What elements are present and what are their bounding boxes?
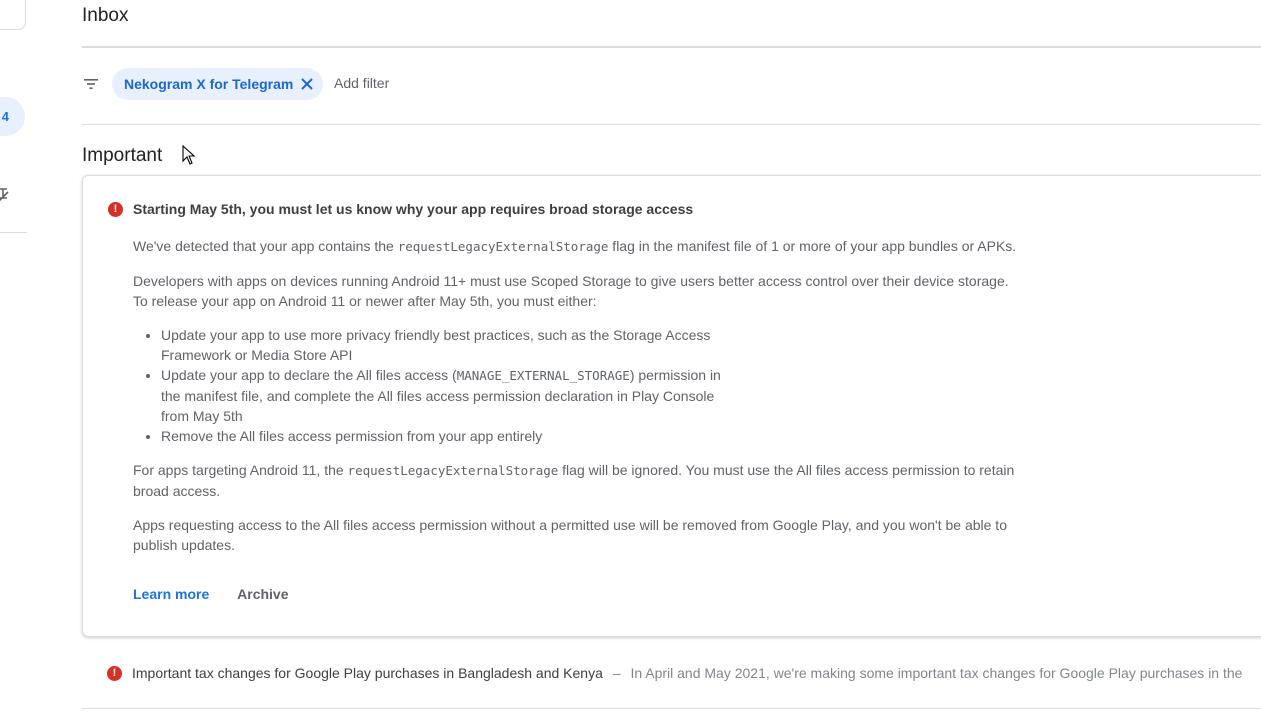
card-actions: Learn more Archive [133,586,289,602]
list-item: Remove the All files access permission f… [161,426,1043,446]
code-text: requestLegacyExternalStorage [397,239,609,254]
cursor-icon [182,145,196,165]
message-row-text: Important tax changes for Google Play pu… [132,665,1242,681]
card-paragraph-4: Apps requesting access to the All files … [133,517,1007,553]
message-separator: – [612,665,621,681]
card-paragraph-1: We've detected that your app contains th… [133,238,1017,254]
error-icon: ! [108,202,123,217]
filter-chip-label: Nekogram X for Telegram [124,76,294,92]
nav-item-box[interactable] [0,0,26,30]
filter-icon[interactable] [83,77,99,91]
nav-icon[interactable] [0,186,9,204]
code-text: requestLegacyExternalStorage [347,463,559,478]
filter-divider [82,124,1261,125]
message-title: Important tax changes for Google Play pu… [132,665,603,681]
message-snippet: In April and May 2021, we're making some… [630,665,1243,681]
add-filter-input[interactable]: Add filter [334,75,389,91]
nav-item-badge[interactable]: 4 [0,97,25,136]
code-text: MANAGE_EXTERNAL_STORAGE [456,368,630,383]
card-paragraph-2: Developers with apps on devices running … [133,273,1009,309]
message-row[interactable]: ! Important tax changes for Google Play … [82,656,1261,692]
card-title: Starting May 5th, you must let us know w… [133,201,694,217]
learn-more-link[interactable]: Learn more [133,586,209,602]
card-paragraph-3: For apps targeting Android 11, the reque… [133,462,1015,499]
list-item: Update your app to declare the All files… [161,365,741,426]
card-bullet-list: Update your app to use more privacy frie… [133,325,1043,446]
close-icon[interactable] [300,77,314,91]
left-nav: 4 [0,0,30,714]
title-divider [82,46,1261,48]
section-title: Important [82,145,163,166]
nav-divider [0,232,27,233]
important-card: ! Starting May 5th, you must let us know… [82,175,1261,637]
list-item: Update your app to use more privacy frie… [161,325,731,365]
error-icon: ! [107,666,122,681]
row-divider [82,708,1261,709]
archive-button[interactable]: Archive [237,586,288,602]
card-body: We've detected that your app contains th… [133,236,1043,569]
filter-chip[interactable]: Nekogram X for Telegram [112,68,323,100]
page-title: Inbox [82,5,129,26]
